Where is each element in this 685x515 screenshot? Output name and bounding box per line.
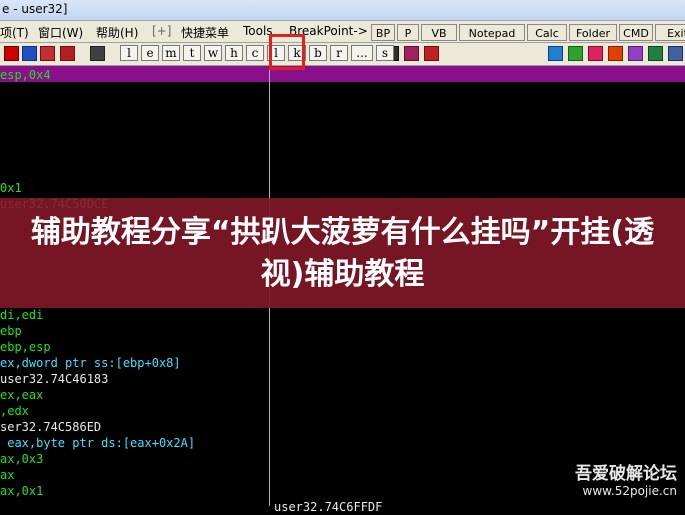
menu-button-p[interactable]: P: [397, 24, 419, 41]
menu-item-0[interactable]: 项(T): [0, 24, 29, 41]
step-over-icon[interactable]: [40, 46, 55, 61]
tool-button-0[interactable]: l: [120, 45, 138, 61]
highlight-box: [269, 34, 305, 70]
plugin-icon[interactable]: [628, 46, 643, 61]
tool-button-9[interactable]: b: [309, 45, 327, 61]
menu-item-4[interactable]: 快捷菜单: [181, 24, 229, 41]
code-line-5[interactable]: ebp,esp: [0, 339, 51, 355]
selected-code-line[interactable]: [0, 66, 685, 82]
tool-button-10[interactable]: r: [330, 45, 348, 61]
menu-button-bp[interactable]: BP: [371, 24, 395, 41]
run-icon[interactable]: [568, 46, 583, 61]
watermark-site-name: 吾爱破解论坛: [575, 464, 677, 484]
window-icon[interactable]: [668, 46, 683, 61]
code-line-13[interactable]: ax: [0, 467, 14, 483]
code-line-6[interactable]: ex,dword ptr ss:[ebp+0x8]: [0, 355, 181, 371]
code-line-8[interactable]: ex,eax: [0, 387, 43, 403]
code-line-11[interactable]: eax,byte ptr ds:[eax+0x2A]: [0, 435, 195, 451]
menu-button-folder[interactable]: Folder: [569, 24, 617, 41]
tool-button-2[interactable]: m: [162, 45, 180, 61]
code-line-1[interactable]: 0x1: [0, 180, 22, 196]
menu-button-calc[interactable]: Calc: [527, 24, 567, 41]
tool-button-11[interactable]: ...: [351, 45, 373, 61]
help-icon[interactable]: [424, 46, 439, 61]
tool-button-4[interactable]: w: [204, 45, 222, 61]
tool-button-3[interactable]: t: [183, 45, 201, 61]
menu-item-3[interactable]: [+]: [152, 24, 171, 38]
code-line-4[interactable]: ebp: [0, 323, 22, 339]
record-icon[interactable]: [608, 46, 623, 61]
menu-button-notepad[interactable]: Notepad: [459, 24, 525, 41]
code-line-7[interactable]: user32.74C46183: [0, 371, 108, 387]
watermark-url: www.52pojie.cn: [582, 484, 677, 498]
grid-view-icon[interactable]: [404, 46, 419, 61]
menu-button-cmd[interactable]: CMD: [619, 24, 653, 41]
code-line-12[interactable]: ax,0x3: [0, 451, 43, 467]
menu-button-exit[interactable]: Exit: [655, 24, 685, 41]
step-into-icon[interactable]: [22, 46, 37, 61]
window-titlebar: e - user32]: [0, 0, 685, 21]
code-line-3[interactable]: di,edi: [0, 307, 43, 323]
pause-icon[interactable]: [4, 46, 19, 61]
tool-button-6[interactable]: c: [246, 45, 264, 61]
bookmark-icon[interactable]: [588, 46, 603, 61]
execute-till-return-icon[interactable]: [90, 46, 105, 61]
tool-button-1[interactable]: e: [141, 45, 159, 61]
code-line-14[interactable]: ax,0x1: [0, 483, 43, 499]
banner-text: 辅助教程分享“拱趴大菠萝有什么挂吗”开挂(透视)辅助教程: [30, 215, 655, 292]
code-line-0[interactable]: esp,0x4: [0, 67, 51, 83]
options-icon[interactable]: [648, 46, 663, 61]
refresh-icon[interactable]: [548, 46, 563, 61]
trace-into-icon[interactable]: [60, 46, 75, 61]
menu-item-2[interactable]: 帮助(H): [96, 24, 138, 41]
tool-button-12[interactable]: s: [376, 45, 394, 61]
code-line-10[interactable]: ser32.74C586ED: [0, 419, 101, 435]
code-line-9[interactable]: ,edx: [0, 403, 29, 419]
code-line-15[interactable]: user32.74C6FFDF: [274, 499, 382, 515]
toolbar: l e m t w h c l k b r... s: [0, 43, 685, 66]
window-title: e - user32]: [2, 2, 68, 16]
menu-button-vb[interactable]: VB: [421, 24, 457, 41]
tool-button-5[interactable]: h: [225, 45, 243, 61]
site-watermark: 吾爱破解论坛 www.52pojie.cn: [575, 459, 677, 498]
menu-item-1[interactable]: 窗口(W): [38, 24, 83, 41]
